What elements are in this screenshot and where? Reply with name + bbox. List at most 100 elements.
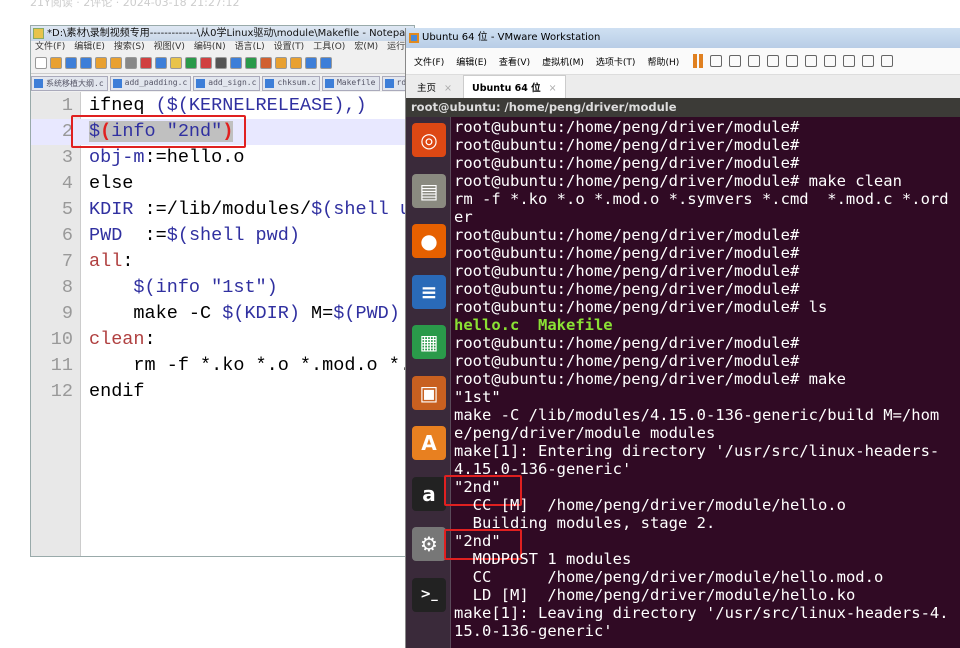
npp-menu-6[interactable]: 设置(T) bbox=[274, 42, 305, 52]
toolbar-icon[interactable] bbox=[215, 57, 227, 69]
code-token: : bbox=[144, 329, 156, 350]
terminal-line-text: make -C /lib/modules/4.15.0-136-generic/… bbox=[454, 406, 940, 442]
toolbar-icon[interactable] bbox=[710, 55, 723, 67]
line-number: 12 bbox=[50, 381, 73, 402]
npp-tab[interactable]: Makefile bbox=[321, 76, 380, 91]
system-settings-icon[interactable]: ⚙ bbox=[412, 527, 446, 561]
toolbar-icon[interactable] bbox=[305, 57, 317, 69]
code-line: 6 PWD :=$(shell pwd) bbox=[31, 223, 414, 249]
pause-icon[interactable] bbox=[693, 54, 704, 68]
toolbar-icon[interactable] bbox=[95, 57, 107, 69]
terminal-line-text: "1st" bbox=[454, 388, 501, 406]
terminal-icon[interactable]: >_ bbox=[412, 577, 446, 612]
npp-menu-5[interactable]: 语言(L) bbox=[235, 42, 265, 52]
software-center-icon[interactable]: A bbox=[412, 426, 446, 460]
terminal-line: MODPOST 1 modules bbox=[454, 550, 956, 568]
calc-icon[interactable]: ▦ bbox=[412, 325, 446, 359]
code-line: 10 clean: bbox=[31, 327, 414, 353]
firefox-icon[interactable]: ● bbox=[412, 224, 446, 258]
vm-title: Ubuntu 64 位 - VMware Workstation bbox=[422, 32, 601, 43]
line-number: 1 bbox=[61, 95, 73, 116]
ubuntu-launcher: ◎ ▤ ● ≡ ▦ ▣ Aa ⚙ >_ bbox=[406, 117, 451, 648]
vm-menu-5[interactable]: 帮助(H) bbox=[647, 55, 679, 68]
npp-menu-3[interactable]: 视图(V) bbox=[154, 42, 185, 52]
npp-tab[interactable]: add_sign.c bbox=[193, 76, 261, 91]
toolbar-icon[interactable] bbox=[35, 57, 47, 69]
code-token: := bbox=[144, 225, 167, 246]
vmware-icon bbox=[409, 33, 419, 43]
toolbar-icon[interactable] bbox=[729, 55, 742, 67]
vm-menu-2[interactable]: 查看(V) bbox=[499, 55, 530, 68]
files-icon[interactable]: ▤ bbox=[412, 173, 446, 208]
vm-menu-0[interactable]: 文件(F) bbox=[414, 55, 444, 68]
toolbar-icon[interactable] bbox=[275, 57, 287, 69]
toolbar-icon[interactable] bbox=[230, 57, 242, 69]
toolbar-icon[interactable] bbox=[125, 57, 137, 69]
impress-icon[interactable]: ▣ bbox=[412, 375, 446, 410]
code-token: else bbox=[89, 173, 134, 194]
code-token: ($(KERNELRELEASE),) bbox=[155, 95, 367, 116]
terminal-line: root@ubuntu:/home/peng/driver/module# bbox=[454, 136, 956, 154]
npp-menu-8[interactable]: 宏(M) bbox=[354, 42, 378, 52]
terminal-line: rm -f *.ko *.o *.mod.o *.symvers *.cmd *… bbox=[454, 190, 956, 226]
terminal-line-text: root@ubuntu:/home/peng/driver/module# bbox=[454, 352, 800, 370]
toolbar-icon[interactable] bbox=[200, 57, 212, 69]
toolbar-icon[interactable] bbox=[320, 57, 332, 69]
amazon-icon[interactable]: a bbox=[412, 476, 446, 511]
toolbar-icon[interactable] bbox=[170, 57, 182, 69]
toolbar-icon[interactable] bbox=[805, 55, 818, 67]
highlight-box-info-2nd bbox=[71, 115, 246, 148]
vm-tab-label: 主页 bbox=[417, 83, 437, 94]
code-editor[interactable]: 1 ifneq ($(KERNELRELEASE),) 2 $(info "2nd")… bbox=[31, 92, 566, 556]
npp-menu-2[interactable]: 搜索(S) bbox=[114, 42, 145, 52]
toolbar-icon[interactable] bbox=[140, 57, 152, 69]
vm-menu-4[interactable]: 选项卡(T) bbox=[596, 55, 636, 68]
terminal[interactable]: ◎ ▤ ● ≡ ▦ ▣ Aa ⚙ >_ root@ubuntu:/home/peng/drive… bbox=[406, 117, 960, 648]
code-token: := bbox=[144, 147, 167, 168]
toolbar-icon[interactable] bbox=[260, 57, 272, 69]
vm-title-bar: Ubuntu 64 位 - VMware Workstation bbox=[406, 28, 960, 48]
toolbar-icon[interactable] bbox=[80, 57, 92, 69]
npp-tab[interactable]: 系统移植大纲.c bbox=[31, 76, 108, 91]
npp-menu-1[interactable]: 编辑(E) bbox=[74, 42, 105, 52]
npp-tab[interactable]: chksum.c bbox=[262, 76, 320, 91]
writer-icon[interactable]: ≡ bbox=[412, 274, 446, 309]
notepad-icon bbox=[33, 28, 44, 39]
toolbar-icon[interactable] bbox=[185, 57, 197, 69]
toolbar-icon[interactable] bbox=[881, 55, 894, 67]
toolbar-icon[interactable] bbox=[843, 55, 856, 67]
toolbar-icon[interactable] bbox=[110, 57, 122, 69]
toolbar-icon[interactable] bbox=[824, 55, 837, 67]
npp-menu-0[interactable]: 文件(F) bbox=[35, 42, 65, 52]
toolbar-icon[interactable] bbox=[862, 55, 875, 67]
terminal-line: hello.c Makefile bbox=[454, 316, 956, 334]
vm-tab[interactable]: 主页 × bbox=[409, 76, 460, 98]
vm-menu-3[interactable]: 虚拟机(M) bbox=[542, 55, 584, 68]
toolbar-icon[interactable] bbox=[767, 55, 780, 67]
line-number: 6 bbox=[61, 225, 73, 246]
terminal-line-text: LD [M] /home/peng/driver/module/hello.ko bbox=[454, 586, 856, 604]
npp-tab[interactable]: add_padding.c bbox=[109, 76, 192, 91]
npp-menu-7[interactable]: 工具(O) bbox=[313, 42, 345, 52]
npp-tab-bar: 系统移植大纲.c add_padding.c add_sign.c chksum.c M… bbox=[31, 74, 414, 91]
terminal-line-text: root@ubuntu:/home/peng/driver/module# bbox=[454, 262, 800, 280]
vm-menu-1[interactable]: 编辑(E) bbox=[456, 55, 487, 68]
toolbar-icon[interactable] bbox=[748, 55, 761, 67]
npp-title-bar: *D:\素材\录制视频专用-------------\从0学Linux驱动\mo… bbox=[31, 26, 449, 41]
npp-menu-4[interactable]: 编码(N) bbox=[194, 42, 226, 52]
toolbar-icon[interactable] bbox=[155, 57, 167, 69]
toolbar-icon[interactable] bbox=[245, 57, 257, 69]
close-tab-icon[interactable]: × bbox=[444, 83, 452, 94]
close-tab-icon[interactable]: × bbox=[549, 83, 557, 94]
toolbar-icon[interactable] bbox=[50, 57, 62, 69]
terminal-line: root@ubuntu:/home/peng/driver/module# ma… bbox=[454, 370, 956, 388]
toolbar-icon[interactable] bbox=[290, 57, 302, 69]
toolbar-icon[interactable] bbox=[786, 55, 799, 67]
vm-tab[interactable]: Ubuntu 64 位 × bbox=[462, 75, 566, 98]
toolbar-icon[interactable] bbox=[65, 57, 77, 69]
terminal-line-text: root@ubuntu:/home/peng/driver/module# bbox=[454, 280, 800, 298]
terminal-line: root@ubuntu:/home/peng/driver/module# bbox=[454, 334, 956, 352]
terminal-line-text: make[1]: Entering directory '/usr/src/li… bbox=[454, 442, 940, 478]
ubuntu-dash-icon[interactable]: ◎ bbox=[412, 123, 446, 157]
